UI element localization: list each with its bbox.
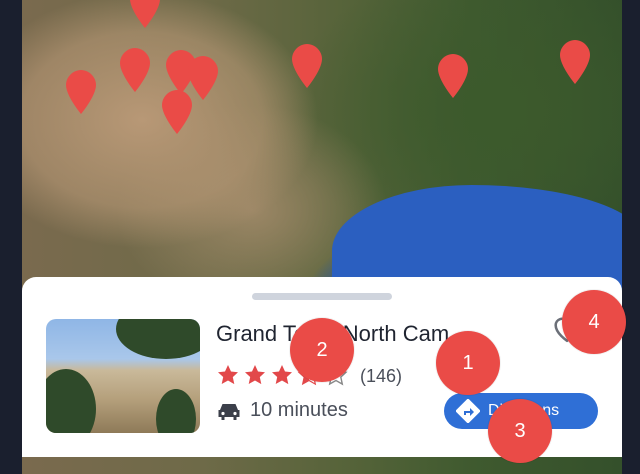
annotation-marker-4: 4 [562,290,626,354]
annotation-marker-3: 3 [488,399,552,463]
annotation-marker-1: 1 [436,331,500,395]
review-count: (146) [360,366,403,386]
star-full-icon [218,365,238,385]
map-pin-icon[interactable] [438,54,468,98]
map-pin-icon[interactable] [162,90,192,134]
drag-handle[interactable] [252,293,392,300]
travel-info: 10 minutes [216,399,348,422]
tree-foliage [116,319,200,359]
star-full-icon [272,365,292,385]
place-photo[interactable] [46,319,200,433]
car-icon [218,403,240,420]
map-pin-icon[interactable] [120,48,150,92]
annotation-marker-2: 2 [290,318,354,382]
directions-icon [456,399,480,423]
map-pin-icon[interactable] [560,40,590,84]
tree-foliage [46,369,96,433]
tree-foliage [156,389,196,433]
map-pin-icon[interactable] [66,70,96,114]
map-pin-icon[interactable] [292,44,322,88]
star-full-icon [245,365,265,385]
travel-time: 10 minutes [250,399,348,421]
map-pin-icon[interactable] [130,0,160,28]
map-pin-icon[interactable] [188,56,218,100]
